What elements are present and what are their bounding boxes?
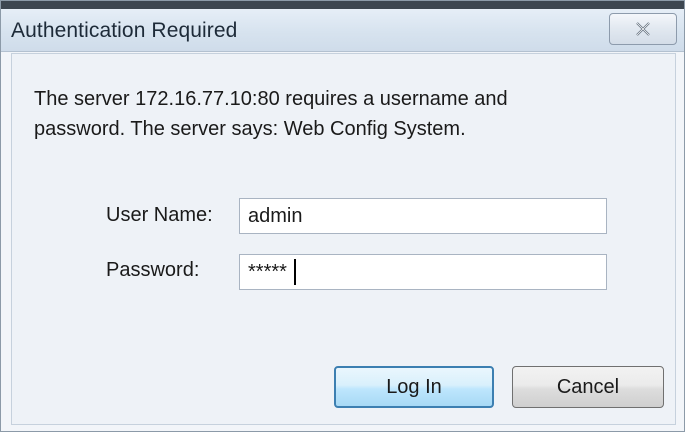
username-label: User Name: bbox=[106, 204, 213, 226]
username-input[interactable] bbox=[239, 198, 607, 234]
close-x-icon bbox=[636, 22, 650, 36]
message-line-1: The server 172.16.77.10:80 requires a us… bbox=[34, 88, 508, 110]
dialog-title: Authentication Required bbox=[11, 19, 238, 42]
text-caret bbox=[294, 259, 296, 285]
close-button[interactable] bbox=[609, 13, 677, 45]
server-message: The server 172.16.77.10:80 requires a us… bbox=[34, 84, 634, 144]
window-top-edge bbox=[1, 1, 684, 9]
login-button[interactable]: Log In bbox=[334, 366, 494, 408]
title-bar[interactable]: Authentication Required bbox=[1, 9, 684, 52]
message-line-2: password. The server says: Web Config Sy… bbox=[34, 118, 466, 140]
dialog-body: The server 172.16.77.10:80 requires a us… bbox=[11, 53, 676, 425]
auth-dialog: Authentication Required The server 172.1… bbox=[0, 0, 685, 432]
cancel-button[interactable]: Cancel bbox=[512, 366, 664, 408]
password-label: Password: bbox=[106, 259, 200, 281]
